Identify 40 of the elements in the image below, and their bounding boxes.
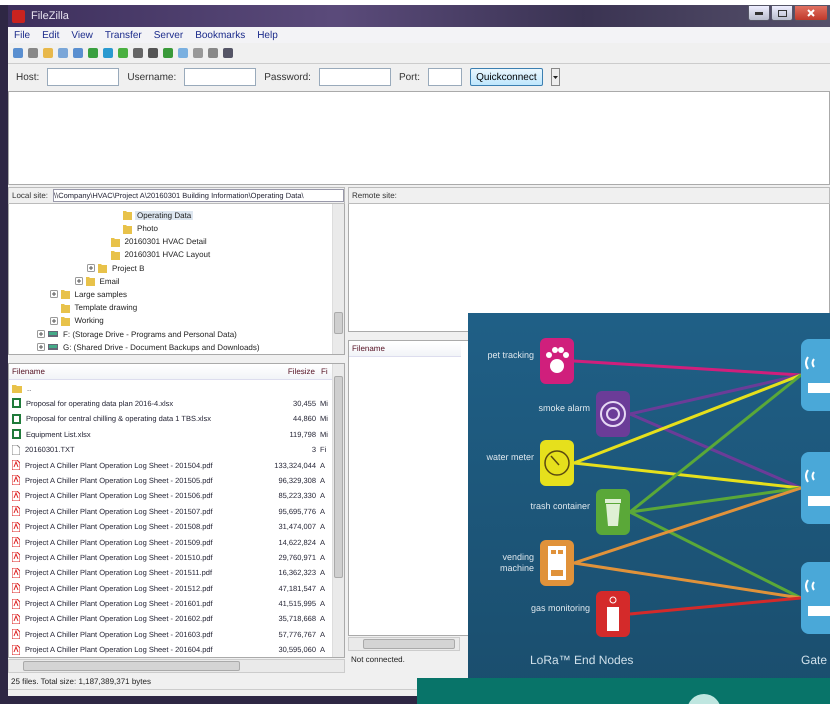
node-label: pet tracking	[486, 350, 534, 361]
node-label: smoke alarm	[537, 403, 590, 414]
caption: Gate	[801, 653, 828, 667]
tree-item[interactable]: 20160301 HVAC Detail	[122, 237, 209, 246]
tree-item[interactable]: Email	[98, 276, 122, 286]
tree-item[interactable]: Large samples	[72, 290, 129, 299]
site-label: Remote site:	[351, 191, 398, 200]
menu-item[interactable]: Edit	[42, 30, 60, 40]
quickconnect-button[interactable]: Quickconnect	[470, 68, 543, 86]
field-label: Password:	[264, 72, 311, 82]
site-label: Local site:	[11, 190, 50, 200]
tree-item[interactable]: F: (Storage Drive - Programs and Personal Data)	[61, 330, 239, 339]
field-label: Port:	[398, 72, 420, 82]
menu-item[interactable]: Help	[257, 30, 278, 40]
tree-item[interactable]: Working	[72, 316, 106, 326]
window-title: FileZilla	[31, 10, 70, 22]
caption: LoRa™ End Nodes	[530, 653, 634, 667]
node-label: vending machine	[498, 552, 534, 574]
node-label: gas monitoring	[530, 603, 590, 614]
tree-item[interactable]: Template drawing	[72, 303, 140, 312]
column-header[interactable]: Filename	[349, 344, 388, 353]
tree-item[interactable]: 20160301 HVAC Layout	[122, 250, 212, 260]
menu-item[interactable]: Server	[154, 30, 184, 40]
menu-item[interactable]: Bookmarks	[195, 30, 246, 40]
menu-item[interactable]: File	[14, 30, 30, 40]
status-text: Not connected.	[350, 654, 406, 666]
menu-item[interactable]: Transfer	[104, 30, 142, 40]
column-header[interactable]: Filesize	[248, 367, 318, 376]
tree-item[interactable]: Operating Data	[135, 210, 194, 220]
node-label: trash container	[530, 501, 590, 512]
field-label: Username:	[127, 72, 176, 82]
column-header[interactable]: Fi	[318, 367, 332, 376]
field-label: Host:	[16, 72, 40, 82]
column-header[interactable]: Filename	[9, 367, 248, 376]
status-text: 25 files. Total size: 1,187,389,371 bytes	[10, 676, 152, 688]
menu-item[interactable]: View	[71, 30, 93, 40]
tree-item[interactable]: G: (Shared Drive - Document Backups and Downloads)	[61, 342, 262, 352]
node-label: water meter	[485, 452, 534, 463]
tree-item[interactable]: Project B	[110, 264, 146, 273]
tree-item[interactable]: Photo	[135, 224, 160, 234]
